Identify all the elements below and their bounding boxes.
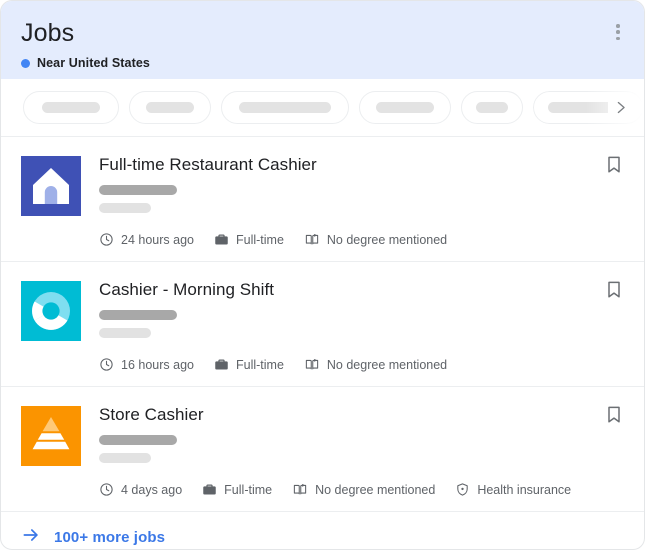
job-location-placeholder (99, 453, 151, 463)
briefcase-icon (214, 357, 229, 372)
job-meta-item: No degree mentioned (292, 482, 435, 497)
degree-icon (292, 482, 308, 497)
clock-icon (99, 232, 114, 247)
job-meta-label: Full-time (236, 233, 284, 247)
briefcase-icon (214, 232, 229, 247)
filter-chip-placeholder (239, 102, 331, 113)
jobs-header: Jobs Near United States (1, 1, 644, 79)
degree-icon (304, 357, 320, 372)
job-title: Full-time Restaurant Cashier (99, 154, 624, 175)
company-name-placeholder (99, 185, 177, 195)
house-logo (21, 156, 81, 216)
briefcase-icon (202, 482, 217, 497)
bookmark-icon[interactable] (604, 154, 626, 176)
pyramid-logo (21, 406, 81, 466)
filter-chip[interactable] (461, 91, 523, 124)
job-meta-label: 24 hours ago (121, 233, 194, 247)
filter-chip[interactable] (221, 91, 349, 124)
job-details: Full-time Restaurant Cashier 24 hours ago… (99, 153, 624, 247)
page-title: Jobs (21, 19, 624, 48)
job-meta-item: Health insurance (455, 482, 571, 497)
filter-chip[interactable] (23, 91, 119, 124)
job-meta-label: Full-time (236, 358, 284, 372)
degree-icon (304, 232, 320, 247)
job-location-placeholder (99, 203, 151, 213)
job-listing-row[interactable]: Full-time Restaurant Cashier 24 hours ago… (1, 136, 644, 261)
job-meta-item: 24 hours ago (99, 232, 194, 247)
more-vert-icon[interactable] (608, 22, 628, 42)
job-meta-label: Full-time (224, 483, 272, 497)
job-meta-item: Full-time (202, 482, 272, 497)
jobs-list: Full-time Restaurant Cashier 24 hours ago… (1, 136, 644, 511)
job-meta-row: 24 hours ago Full-time No degree mentioned (99, 232, 624, 247)
clock-icon (99, 482, 114, 497)
more-jobs-label: 100+ more jobs (54, 529, 165, 546)
job-meta-row: 4 days ago Full-time No degree mentioned He… (99, 482, 624, 497)
job-meta-label: 4 days ago (121, 483, 182, 497)
filter-chips-row (1, 79, 644, 136)
location-row: Near United States (21, 56, 624, 70)
job-meta-row: 16 hours ago Full-time No degree mentioned (99, 357, 624, 372)
job-meta-label: No degree mentioned (315, 483, 435, 497)
job-meta-label: No degree mentioned (327, 233, 447, 247)
jobs-card: Jobs Near United States Full-time Restau… (0, 0, 645, 550)
filter-chip-placeholder (42, 102, 100, 113)
filter-chip[interactable] (129, 91, 211, 124)
job-meta-label: 16 hours ago (121, 358, 194, 372)
job-details: Cashier - Morning Shift 16 hours ago Full-… (99, 278, 624, 372)
filter-chip[interactable] (359, 91, 451, 124)
job-meta-item: No degree mentioned (304, 232, 447, 247)
job-meta-item: Full-time (214, 357, 284, 372)
job-meta-item: Full-time (214, 232, 284, 247)
filter-chip-placeholder (146, 102, 194, 113)
bookmark-icon[interactable] (604, 404, 626, 426)
job-meta-label: No degree mentioned (327, 358, 447, 372)
job-meta-item: No degree mentioned (304, 357, 447, 372)
job-listing-row[interactable]: Cashier - Morning Shift 16 hours ago Full-… (1, 261, 644, 386)
donut-logo (21, 281, 81, 341)
shield-icon (455, 482, 470, 497)
location-label: Near United States (37, 56, 150, 70)
filter-chip-placeholder (476, 102, 508, 113)
company-name-placeholder (99, 435, 177, 445)
job-title: Store Cashier (99, 404, 624, 425)
clock-icon (99, 357, 114, 372)
job-title: Cashier - Morning Shift (99, 279, 624, 300)
job-details: Store Cashier 4 days ago Full-time No degre… (99, 403, 624, 497)
job-meta-item: 16 hours ago (99, 357, 194, 372)
more-jobs-link[interactable]: 100+ more jobs (1, 511, 644, 550)
company-name-placeholder (99, 310, 177, 320)
bookmark-icon[interactable] (604, 279, 626, 301)
location-dot-icon (21, 59, 30, 68)
chevron-right-icon[interactable] (608, 96, 632, 120)
job-meta-item: 4 days ago (99, 482, 182, 497)
filter-chip-placeholder (376, 102, 434, 113)
job-meta-label: Health insurance (477, 483, 571, 497)
job-listing-row[interactable]: Store Cashier 4 days ago Full-time No degre… (1, 386, 644, 511)
arrow-right-icon (21, 525, 41, 550)
job-location-placeholder (99, 328, 151, 338)
